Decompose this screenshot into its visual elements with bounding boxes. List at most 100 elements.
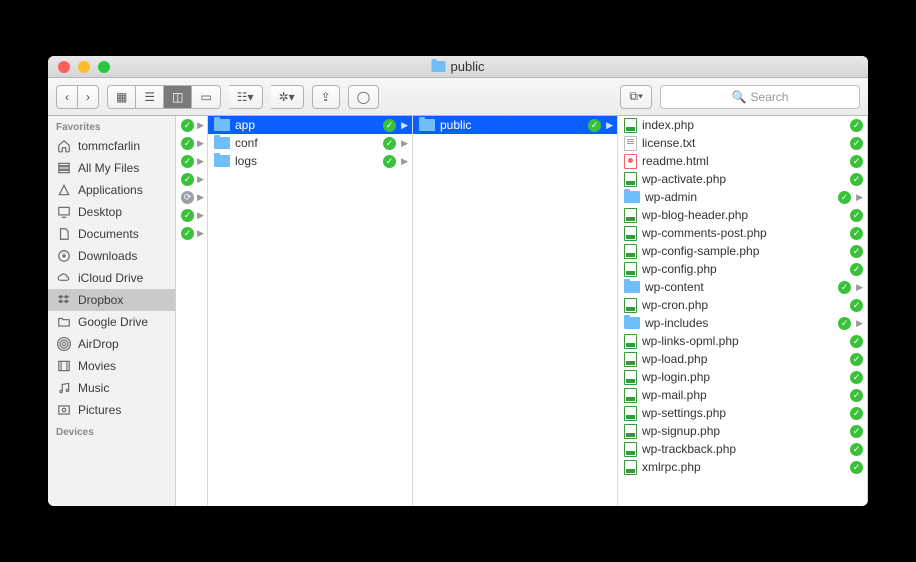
- sidebar-item-downloads[interactable]: Downloads: [48, 245, 175, 267]
- list-item[interactable]: ⟳▶: [176, 188, 207, 206]
- chevron-right-icon: ▶: [197, 174, 204, 185]
- folder-icon: [624, 317, 640, 329]
- column-3[interactable]: index.php ✓ license.txt✓readme.html✓wp-act…: [618, 116, 868, 506]
- sidebar-item-airdrop[interactable]: AirDrop: [48, 333, 175, 355]
- list-item[interactable]: wp-load.php✓: [618, 350, 867, 368]
- list-item[interactable]: public✓▶: [413, 116, 617, 134]
- list-item[interactable]: wp-settings.php ✓: [618, 404, 867, 422]
- sidebar-item-desktop[interactable]: Desktop: [48, 201, 175, 223]
- list-item[interactable]: readme.html✓: [618, 152, 867, 170]
- file-icon: [624, 172, 637, 187]
- list-item[interactable]: wp-config.php✓: [618, 260, 867, 278]
- sync-badge-icon: ✓: [850, 407, 863, 420]
- sidebar-item-icloud-drive[interactable]: iCloud Drive: [48, 267, 175, 289]
- column-2[interactable]: public✓▶: [413, 116, 618, 506]
- chevron-right-icon: ▶: [197, 138, 204, 149]
- item-label: conf: [235, 136, 378, 150]
- arrange-button[interactable]: ☷▾: [229, 85, 263, 109]
- list-item[interactable]: wp-config-sample.php✓: [618, 242, 867, 260]
- list-item[interactable]: wp-trackback.php✓: [618, 440, 867, 458]
- sync-badge-icon: ✓: [850, 119, 863, 132]
- list-item[interactable]: xmlrpc.php✓: [618, 458, 867, 476]
- titlebar[interactable]: public: [48, 56, 868, 78]
- item-label: wp-mail.php: [642, 388, 845, 402]
- list-item[interactable]: wp-admin✓▶: [618, 188, 867, 206]
- list-item[interactable]: wp-comments-post.php✓: [618, 224, 867, 242]
- sync-badge-icon: ✓: [181, 119, 194, 132]
- list-item[interactable]: wp-includes✓▶: [618, 314, 867, 332]
- item-label: index.php: [642, 118, 845, 132]
- item-label: wp-cron.php: [642, 298, 845, 312]
- list-item[interactable]: wp-activate.php✓: [618, 170, 867, 188]
- list-item[interactable]: ✓▶: [176, 134, 207, 152]
- file-icon: [624, 334, 637, 349]
- list-item[interactable]: conf✓▶: [208, 134, 412, 152]
- nav-buttons: ‹ ›: [56, 85, 99, 109]
- sync-badge-icon: ✓: [850, 299, 863, 312]
- sidebar-section-header: Favorites: [48, 116, 175, 135]
- share-button[interactable]: ⇪: [312, 85, 340, 109]
- chevron-right-icon: ▶: [856, 192, 863, 203]
- dropbox-button[interactable]: ⧉▾: [620, 85, 652, 109]
- list-item[interactable]: wp-blog-header.php✓: [618, 206, 867, 224]
- sidebar-item-dropbox[interactable]: Dropbox: [48, 289, 175, 311]
- forward-button[interactable]: ›: [78, 85, 99, 109]
- list-item[interactable]: wp-links-opml.php✓: [618, 332, 867, 350]
- column-0-partial[interactable]: ✓▶✓▶✓▶✓▶⟳▶✓▶✓▶: [176, 116, 208, 506]
- column-view-button[interactable]: ◫: [164, 85, 192, 109]
- list-item[interactable]: ✓▶: [176, 206, 207, 224]
- sidebar-item-applications[interactable]: Applications: [48, 179, 175, 201]
- sync-badge-icon: ✓: [181, 227, 194, 240]
- list-item[interactable]: ✓▶: [176, 170, 207, 188]
- list-item[interactable]: app✓▶: [208, 116, 412, 134]
- item-label: wp-content: [645, 280, 833, 294]
- movies-icon: [56, 358, 72, 374]
- maximize-button[interactable]: [98, 61, 110, 73]
- toolbar: ‹ › ▦ ☰ ◫ ▭ ☷▾ ✲▾ ⇪ ◯ ⧉▾ 🔍 Search: [48, 78, 868, 116]
- close-button[interactable]: [58, 61, 70, 73]
- sidebar-item-google-drive[interactable]: Google Drive: [48, 311, 175, 333]
- column-1[interactable]: app✓▶conf✓▶logs✓▶: [208, 116, 413, 506]
- list-view-button[interactable]: ☰: [136, 85, 164, 109]
- search-field[interactable]: 🔍 Search: [660, 85, 860, 109]
- sync-badge-icon: ✓: [850, 227, 863, 240]
- list-item[interactable]: ✓▶: [176, 224, 207, 242]
- list-item[interactable]: wp-content✓▶: [618, 278, 867, 296]
- list-item[interactable]: wp-login.php✓: [618, 368, 867, 386]
- file-icon: [624, 460, 637, 475]
- file-icon: [624, 154, 637, 169]
- sync-badge-icon: ✓: [850, 173, 863, 186]
- item-label: wp-load.php: [642, 352, 845, 366]
- item-label: wp-settings.php: [642, 406, 845, 420]
- gallery-view-button[interactable]: ▭: [192, 85, 220, 109]
- list-item[interactable]: license.txt✓: [618, 134, 867, 152]
- sync-badge-icon: ✓: [181, 155, 194, 168]
- file-icon: [624, 118, 637, 133]
- action-button[interactable]: ✲▾: [271, 85, 304, 109]
- sidebar-item-documents[interactable]: Documents: [48, 223, 175, 245]
- sidebar-item-music[interactable]: Music: [48, 377, 175, 399]
- chevron-right-icon: ▶: [197, 228, 204, 239]
- file-icon: [624, 388, 637, 403]
- list-item[interactable]: index.php ✓: [618, 116, 867, 134]
- tags-button[interactable]: ◯: [348, 85, 379, 109]
- sync-pending-icon: ⟳: [181, 191, 194, 204]
- list-item[interactable]: wp-signup.php✓: [618, 422, 867, 440]
- icon-view-button[interactable]: ▦: [107, 85, 136, 109]
- back-button[interactable]: ‹: [56, 85, 78, 109]
- sync-badge-icon: ✓: [588, 119, 601, 132]
- sidebar-item-pictures[interactable]: Pictures: [48, 399, 175, 421]
- all-files-icon: [56, 160, 72, 176]
- sidebar-item-movies[interactable]: Movies: [48, 355, 175, 377]
- sidebar-item-tommcfarlin[interactable]: tommcfarlin: [48, 135, 175, 157]
- list-item[interactable]: ✓▶: [176, 116, 207, 134]
- list-item[interactable]: wp-cron.php ✓: [618, 296, 867, 314]
- minimize-button[interactable]: [78, 61, 90, 73]
- sidebar[interactable]: FavoritestommcfarlinAll My FilesApplicat…: [48, 116, 176, 506]
- sync-badge-icon: ✓: [383, 155, 396, 168]
- list-item[interactable]: wp-mail.php✓: [618, 386, 867, 404]
- sidebar-item-all-my-files[interactable]: All My Files: [48, 157, 175, 179]
- list-item[interactable]: logs✓▶: [208, 152, 412, 170]
- item-label: wp-includes: [645, 316, 833, 330]
- list-item[interactable]: ✓▶: [176, 152, 207, 170]
